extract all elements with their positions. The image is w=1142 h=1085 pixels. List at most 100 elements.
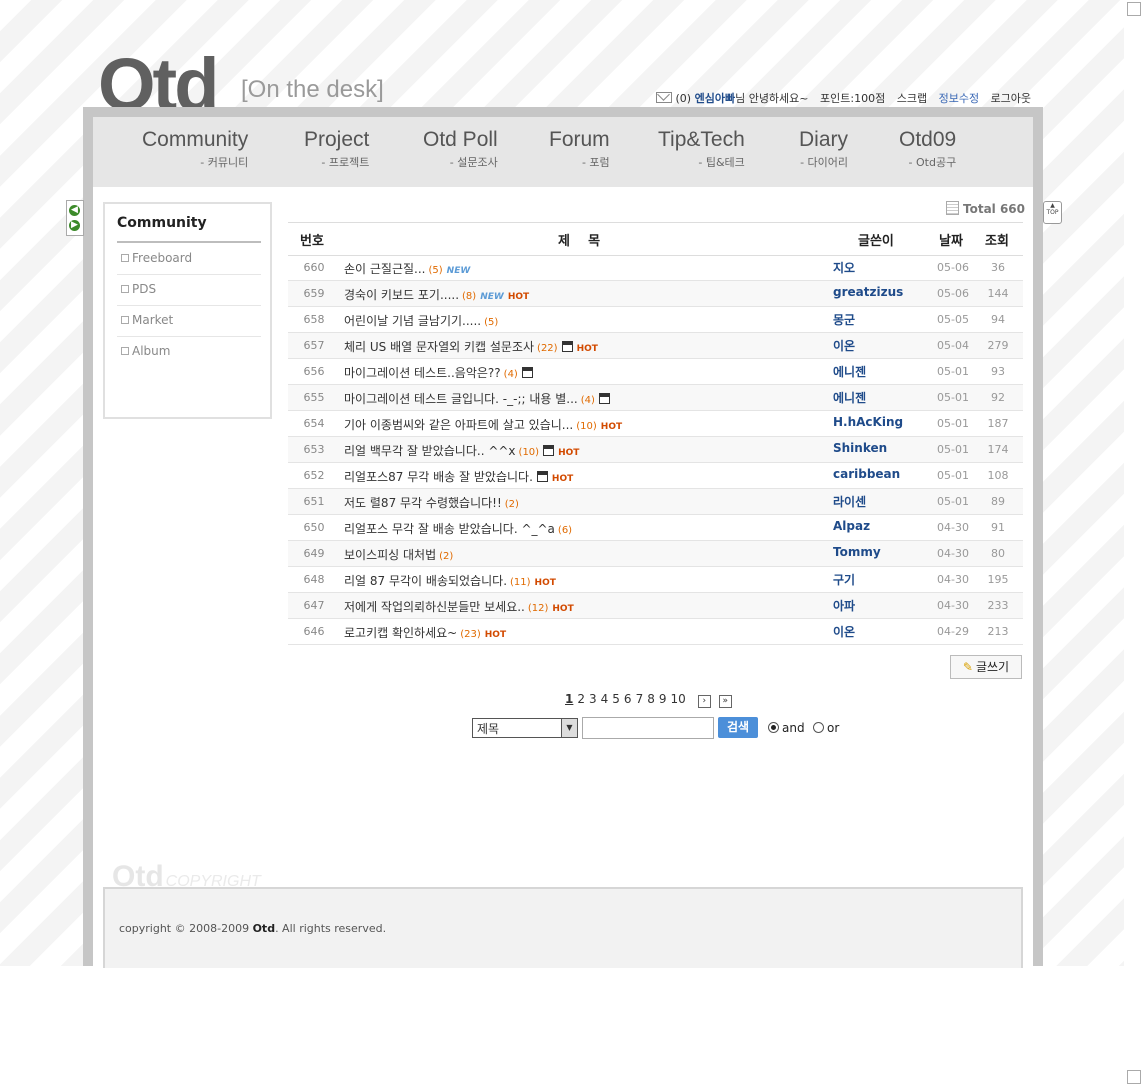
post-writer[interactable]: 에니젠 xyxy=(833,389,866,406)
back-arrow-icon[interactable]: ◀ xyxy=(69,205,80,216)
document-icon xyxy=(946,201,959,215)
post-writer[interactable]: 구기 xyxy=(833,571,855,588)
post-number: 650 xyxy=(303,521,325,534)
post-subject-link[interactable]: 마이그레이션 테스트 글입니다. -_-;; 내용 별... (4) xyxy=(344,390,610,407)
post-subject-link[interactable]: 손이 근질근질... (5) NEW xyxy=(344,260,470,277)
bullet-icon xyxy=(121,347,129,355)
scroll-top-button[interactable]: ▲ TOP xyxy=(1043,201,1062,224)
sidebar-item-album[interactable]: Album xyxy=(117,336,261,367)
post-date: 04-30 xyxy=(937,547,969,560)
nav-diary[interactable]: Diary - 다이어리 xyxy=(799,128,848,170)
search-option-or[interactable]: or xyxy=(813,721,839,735)
post-writer[interactable]: 이온 xyxy=(833,623,855,640)
post-subject-link[interactable]: 어린이날 기념 글남기기..... (5) xyxy=(344,312,498,329)
post-subject-link[interactable]: 보이스피싱 대처법 (2) xyxy=(344,546,453,563)
write-button[interactable]: ✎ 글쓰기 xyxy=(950,655,1022,679)
table-row[interactable]: 659 경숙이 키보드 포기..... (8) NEW HOT greatzizus 05-… xyxy=(288,281,1023,307)
page-link[interactable]: 1 xyxy=(565,692,573,706)
page-link[interactable]: 8 xyxy=(647,692,655,706)
table-row[interactable]: 657 체리 US 배열 문자열외 키캡 설문조사 (22) HOT 이온 05-04 27… xyxy=(288,333,1023,359)
search-option-and[interactable]: and xyxy=(768,721,805,735)
mail-count[interactable]: (0) xyxy=(676,92,692,105)
scrap-link[interactable]: 스크랩 xyxy=(897,92,927,105)
table-row[interactable]: 650 리얼포스 무각 잘 배송 받았습니다. ^_^a (6) Alpaz 04-30… xyxy=(288,515,1023,541)
table-row[interactable]: 660 손이 근질근질... (5) NEW 지오 05-06 36 xyxy=(288,255,1023,281)
post-writer[interactable]: H.hAcKing xyxy=(833,415,903,429)
nav-otd09[interactable]: Otd09- Otd공구 xyxy=(899,128,956,170)
total-count: Total 660 xyxy=(946,201,1025,216)
search-button[interactable]: 검색 xyxy=(718,717,758,738)
table-row[interactable]: 652 리얼포스87 무각 배송 잘 받았습니다. HOT caribbean 05-0… xyxy=(288,463,1023,489)
nav-project[interactable]: Project - 프로젝트 xyxy=(304,128,369,170)
post-subject-link[interactable]: 리얼포스 무각 잘 배송 받았습니다. ^_^a (6) xyxy=(344,520,572,537)
post-subject-link[interactable]: 저에게 작업의뢰하신분들만 보세요.. (12) HOT xyxy=(344,598,574,615)
post-writer[interactable]: 이온 xyxy=(833,337,855,354)
post-number: 652 xyxy=(303,469,325,482)
post-writer[interactable]: 에니젠 xyxy=(833,363,866,380)
search-field-select[interactable]: 제목 ▼ xyxy=(472,718,578,738)
mail-icon[interactable] xyxy=(656,92,672,103)
copyright-text: copyright © 2008-2009 Otd. All rights re… xyxy=(119,922,387,935)
post-writer[interactable]: caribbean xyxy=(833,467,900,481)
post-subject-link[interactable]: 리얼 87 무각이 배송되었습니다. (11) HOT xyxy=(344,572,556,589)
forward-arrow-icon[interactable]: ▶ xyxy=(69,220,80,231)
page-link[interactable]: 2 xyxy=(577,692,585,706)
table-row[interactable]: 646 로고키캡 확인하세요~ (23) HOT 이온 04-29 213 xyxy=(288,619,1023,645)
post-writer[interactable]: Shinken xyxy=(833,441,887,455)
table-row[interactable]: 658 어린이날 기념 글남기기..... (5) 몽군 05-05 94 xyxy=(288,307,1023,333)
next-page-icon[interactable]: › xyxy=(697,695,711,708)
post-writer[interactable]: 몽군 xyxy=(833,311,855,328)
user-nickname[interactable]: 엔심아빠 xyxy=(695,92,735,105)
post-subject-link[interactable]: 경숙이 키보드 포기..... (8) NEW HOT xyxy=(344,286,529,303)
post-subject-link[interactable]: 리얼포스87 무각 배송 잘 받았습니다. HOT xyxy=(344,468,573,485)
post-subject-link[interactable]: 체리 US 배열 문자열외 키캡 설문조사 (22) HOT xyxy=(344,338,598,355)
search-input[interactable] xyxy=(582,717,714,739)
post-writer[interactable]: Alpaz xyxy=(833,519,870,533)
table-row[interactable]: 647 저에게 작업의뢰하신분들만 보세요.. (12) HOT 아파 04-30 233 xyxy=(288,593,1023,619)
post-subject-link[interactable]: 리얼 백무각 잘 받았습니다.. ^^x (10) HOT xyxy=(344,442,579,459)
sidebar-item-market[interactable]: Market xyxy=(117,305,261,337)
table-row[interactable]: 648 리얼 87 무각이 배송되었습니다. (11) HOT 구기 04-30 195 xyxy=(288,567,1023,593)
page-link[interactable]: 10 xyxy=(670,692,685,706)
comment-count: (22) xyxy=(537,343,558,354)
table-row[interactable]: 654 기아 이종범씨와 같은 아파트에 살고 있습니... (10) HOT H.hA… xyxy=(288,411,1023,437)
nav-forum[interactable]: Forum - 포럼 xyxy=(549,128,610,170)
last-page-icon[interactable]: » xyxy=(718,695,732,708)
nav-tip-tech[interactable]: Tip&Tech - 팁&테크 xyxy=(658,128,745,170)
post-subject-link[interactable]: 로고키캡 확인하세요~ (23) HOT xyxy=(344,624,506,641)
post-writer[interactable]: greatzizus xyxy=(833,285,903,299)
sidebar-item-freeboard[interactable]: Freeboard xyxy=(117,243,261,275)
post-subject-link[interactable]: 저도 렬87 무각 수령했습니다!! (2) xyxy=(344,494,519,511)
table-row[interactable]: 653 리얼 백무각 잘 받았습니다.. ^^x (10) HOT Shinken 05-… xyxy=(288,437,1023,463)
hot-badge-icon: HOT xyxy=(551,474,574,484)
nav-community[interactable]: Community - 커뮤니티 xyxy=(142,128,248,170)
disk-icon xyxy=(536,471,548,482)
post-views: 93 xyxy=(991,365,1005,378)
post-writer[interactable]: 지오 xyxy=(833,259,855,276)
site-logo[interactable]: Otd xyxy=(96,30,241,111)
page-link[interactable]: 5 xyxy=(612,692,620,706)
page-link[interactable]: 9 xyxy=(659,692,667,706)
post-writer[interactable]: 아파 xyxy=(833,597,855,614)
post-subject-link[interactable]: 마이그레이션 테스트..음악은?? (4) xyxy=(344,364,533,381)
sidebar-item-pds[interactable]: PDS xyxy=(117,274,261,306)
post-writer[interactable]: 라이센 xyxy=(833,493,866,510)
comment-count: (8) xyxy=(462,291,477,302)
page-link[interactable]: 6 xyxy=(624,692,632,706)
logout-link[interactable]: 로그아웃 xyxy=(991,92,1031,105)
post-views: 94 xyxy=(991,313,1005,326)
table-row[interactable]: 649 보이스피싱 대처법 (2) Tommy 04-30 80 xyxy=(288,541,1023,567)
table-row[interactable]: 651 저도 렬87 무각 수령했습니다!! (2) 라이센 05-01 89 xyxy=(288,489,1023,515)
nav-otd-poll[interactable]: Otd Poll - 설문조사 xyxy=(423,128,498,170)
page-link[interactable]: 3 xyxy=(589,692,597,706)
post-views: 92 xyxy=(991,391,1005,404)
page-link[interactable]: 4 xyxy=(601,692,609,706)
disk-icon xyxy=(598,393,610,404)
post-date: 05-04 xyxy=(937,339,969,352)
edit-info-link[interactable]: 정보수정 xyxy=(939,92,979,105)
page-link[interactable]: 7 xyxy=(636,692,644,706)
table-row[interactable]: 656 마이그레이션 테스트..음악은?? (4) 에니젠 05-01 93 xyxy=(288,359,1023,385)
post-writer[interactable]: Tommy xyxy=(833,545,881,559)
post-subject-link[interactable]: 기아 이종범씨와 같은 아파트에 살고 있습니... (10) HOT xyxy=(344,416,622,433)
table-row[interactable]: 655 마이그레이션 테스트 글입니다. -_-;; 내용 별... (4) 에니젠 0… xyxy=(288,385,1023,411)
